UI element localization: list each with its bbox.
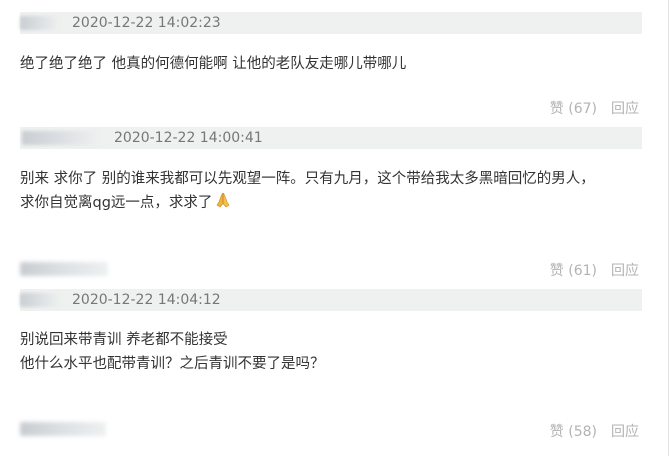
comment-line: 绝了绝了绝了 他真的何德何能啊 让他的老队友走哪儿带哪儿 [20, 56, 407, 72]
folded-hands-icon [214, 191, 232, 217]
username-blurred[interactable] [20, 16, 60, 30]
like-button[interactable]: 赞 (58) [550, 421, 597, 441]
comment-header: 2020-12-22 14:04:12 [20, 289, 642, 311]
footer-blurred [20, 262, 108, 276]
reply-button[interactable]: 回应 [611, 421, 639, 441]
like-button[interactable]: 赞 (67) [550, 98, 597, 118]
comment-actions: 赞 (67) 回应 [550, 98, 639, 118]
comment-line-wrap: 求你自觉离qg远一点，求求了 [20, 191, 640, 217]
comment-timestamp: 2020-12-22 14:00:41 [114, 130, 263, 146]
comment-header: 2020-12-22 14:02:23 [20, 12, 642, 34]
username-blurred[interactable] [20, 293, 60, 307]
comment-timestamp: 2020-12-22 14:02:23 [72, 15, 221, 31]
comment-line: 求你自觉离qg远一点，求求了 [20, 195, 213, 211]
comment-line: 别来 求你了 别的谁来我都可以先观望一阵。只有九月，这个带给我太多黑暗回忆的男人… [20, 171, 595, 187]
comment-actions: 赞 (58) 回应 [550, 421, 639, 441]
comment-actions: 赞 (61) 回应 [550, 260, 639, 280]
comment-line: 他什么水平也配带青训？之后青训不要了是吗？ [20, 356, 325, 372]
reply-button[interactable]: 回应 [611, 260, 639, 280]
username-blurred[interactable] [22, 131, 100, 145]
comment-line: 别说回来带青训 养老都不能接受 [20, 332, 228, 348]
footer-blurred [20, 422, 106, 436]
like-button[interactable]: 赞 (61) [550, 260, 597, 280]
comment-timestamp: 2020-12-22 14:04:12 [72, 292, 221, 308]
comment-body: 绝了绝了绝了 他真的何德何能啊 让他的老队友走哪儿带哪儿 [20, 52, 640, 76]
comment-body: 别说回来带青训 养老都不能接受 他什么水平也配带青训？之后青训不要了是吗？ [20, 328, 640, 376]
comment-body: 别来 求你了 别的谁来我都可以先观望一阵。只有九月，这个带给我太多黑暗回忆的男人… [20, 167, 640, 217]
reply-button[interactable]: 回应 [611, 98, 639, 118]
comment-header: 2020-12-22 14:00:41 [20, 127, 642, 149]
